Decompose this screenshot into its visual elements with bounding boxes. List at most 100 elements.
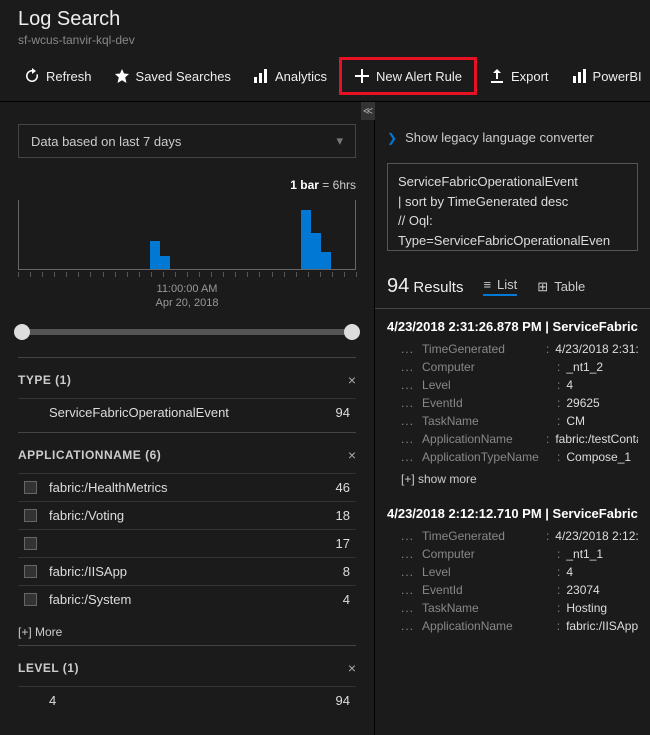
list-icon: ≡	[483, 277, 491, 292]
close-icon[interactable]: ×	[348, 447, 356, 463]
facet-row[interactable]: 17	[18, 529, 356, 557]
result-field-row[interactable]: ...ApplicationTypeName:Compose_1	[387, 448, 638, 466]
ellipsis-icon: ...	[401, 547, 414, 561]
chevron-down-icon: ▾	[336, 133, 343, 149]
histogram-chart[interactable]	[18, 200, 356, 270]
result-field-row[interactable]: ...TaskName:Hosting	[387, 599, 638, 617]
facet-label: fabric:/Voting	[49, 508, 336, 523]
collapse-panel-button[interactable]: ≪	[361, 102, 375, 120]
export-icon	[489, 68, 505, 84]
more-link[interactable]: [+] More	[18, 625, 356, 639]
field-value: fabric:/IISApp	[566, 619, 638, 633]
result-field-row[interactable]: ...EventId:23074	[387, 581, 638, 599]
saved-searches-button[interactable]: Saved Searches	[104, 62, 241, 90]
facet-count: 4	[343, 592, 350, 607]
result-field-row[interactable]: ...Computer:_nt1_1	[387, 545, 638, 563]
show-more-link[interactable]: [+] show more	[401, 472, 638, 486]
histogram-bar[interactable]	[160, 256, 170, 269]
close-icon[interactable]: ×	[348, 660, 356, 676]
checkbox[interactable]	[24, 481, 37, 494]
list-view-toggle[interactable]: ≡ List	[483, 277, 517, 296]
result-field-row[interactable]: ...TimeGenerated:4/23/2018 2:12:1	[387, 527, 638, 545]
facet-row[interactable]: fabric:/System4	[18, 585, 356, 613]
field-value: 23074	[566, 583, 599, 597]
field-key: EventId	[422, 583, 557, 597]
ellipsis-icon: ...	[401, 565, 414, 579]
ellipsis-icon: ...	[401, 450, 414, 464]
checkbox[interactable]	[24, 565, 37, 578]
ellipsis-icon: ...	[401, 432, 414, 446]
histogram-bar[interactable]	[321, 252, 331, 270]
new-alert-rule-button[interactable]: New Alert Rule	[339, 57, 477, 95]
field-value: 4	[566, 565, 573, 579]
facet-group: APPLICATIONNAME (6)×fabric:/HealthMetric…	[18, 432, 356, 619]
field-value: fabric:/testContai	[555, 432, 638, 446]
facet-row[interactable]: ServiceFabricOperationalEvent94	[18, 398, 356, 426]
table-icon: ⊞	[537, 279, 548, 295]
ellipsis-icon: ...	[401, 529, 414, 543]
result-field-row[interactable]: ...EventId:29625	[387, 394, 638, 412]
result-header[interactable]: 4/23/2018 2:12:12.710 PM | ServiceFabric…	[387, 506, 638, 521]
facet-label: fabric:/IISApp	[49, 564, 343, 579]
refresh-button[interactable]: Refresh	[14, 62, 102, 90]
time-range-dropdown[interactable]: Data based on last 7 days ▾	[18, 124, 356, 158]
facet-row[interactable]: fabric:/HealthMetrics46	[18, 473, 356, 501]
ellipsis-icon: ...	[401, 414, 414, 428]
ellipsis-icon: ...	[401, 342, 414, 356]
ellipsis-icon: ...	[401, 601, 414, 615]
facet-count: 94	[336, 693, 350, 708]
checkbox[interactable]	[24, 509, 37, 522]
facet-group: TYPE (1)×ServiceFabricOperationalEvent94	[18, 357, 356, 432]
workspace-name: sf-wcus-tanvir-kql-dev	[18, 33, 632, 47]
slider-handle-start[interactable]	[14, 324, 30, 340]
checkbox[interactable]	[24, 593, 37, 606]
chart-axis-label: 11:00:00 AM Apr 20, 2018	[18, 282, 356, 311]
field-key: Computer	[422, 360, 557, 374]
analytics-button[interactable]: Analytics	[243, 62, 337, 90]
histogram-bar[interactable]	[150, 241, 160, 269]
result-field-row[interactable]: ...Level:4	[387, 563, 638, 581]
ellipsis-icon: ...	[401, 378, 414, 392]
query-editor[interactable]: ServiceFabricOperationalEvent | sort by …	[387, 163, 638, 251]
powerbi-button[interactable]: PowerBI	[561, 62, 650, 90]
ellipsis-icon: ...	[401, 583, 414, 597]
time-slider[interactable]	[18, 329, 356, 335]
export-button[interactable]: Export	[479, 62, 559, 90]
result-field-row[interactable]: ...ApplicationName:fabric:/IISApp	[387, 617, 638, 635]
field-value: Hosting	[566, 601, 607, 615]
histogram-bar[interactable]	[301, 210, 311, 270]
field-key: TaskName	[422, 414, 557, 428]
field-key: Level	[422, 378, 557, 392]
field-key: TimeGenerated	[422, 529, 546, 543]
table-view-toggle[interactable]: ⊞ Table	[537, 279, 585, 295]
field-key: EventId	[422, 396, 557, 410]
field-value: 29625	[566, 396, 599, 410]
field-key: TaskName	[422, 601, 557, 615]
facet-row[interactable]: fabric:/Voting18	[18, 501, 356, 529]
slider-handle-end[interactable]	[344, 324, 360, 340]
chart-ticks	[18, 272, 356, 278]
field-key: Level	[422, 565, 557, 579]
result-field-row[interactable]: ...TaskName:CM	[387, 412, 638, 430]
ellipsis-icon: ...	[401, 396, 414, 410]
result-field-row[interactable]: ...ApplicationName:fabric:/testContai	[387, 430, 638, 448]
checkbox[interactable]	[24, 537, 37, 550]
result-field-row[interactable]: ...Level:4	[387, 376, 638, 394]
result-item: 4/23/2018 2:12:12.710 PM | ServiceFabric…	[375, 496, 650, 641]
field-key: ApplicationName	[422, 619, 557, 633]
legacy-converter-link[interactable]: ❯ Show legacy language converter	[375, 102, 650, 163]
result-field-row[interactable]: ...TimeGenerated:4/23/2018 2:31:2	[387, 340, 638, 358]
facet-group: LEVEL (1)×494	[18, 645, 356, 720]
results-count: 94 Results	[387, 275, 463, 298]
field-key: ApplicationTypeName	[422, 450, 557, 464]
facet-label: 4	[49, 693, 336, 708]
star-icon	[114, 68, 130, 84]
result-header[interactable]: 4/23/2018 2:31:26.878 PM | ServiceFabric…	[387, 319, 638, 334]
result-field-row[interactable]: ...Computer:_nt1_2	[387, 358, 638, 376]
histogram-bar[interactable]	[311, 233, 321, 269]
page-title: Log Search	[18, 8, 632, 31]
refresh-icon	[24, 68, 40, 84]
close-icon[interactable]: ×	[348, 372, 356, 388]
facet-row[interactable]: 494	[18, 686, 356, 714]
facet-row[interactable]: fabric:/IISApp8	[18, 557, 356, 585]
